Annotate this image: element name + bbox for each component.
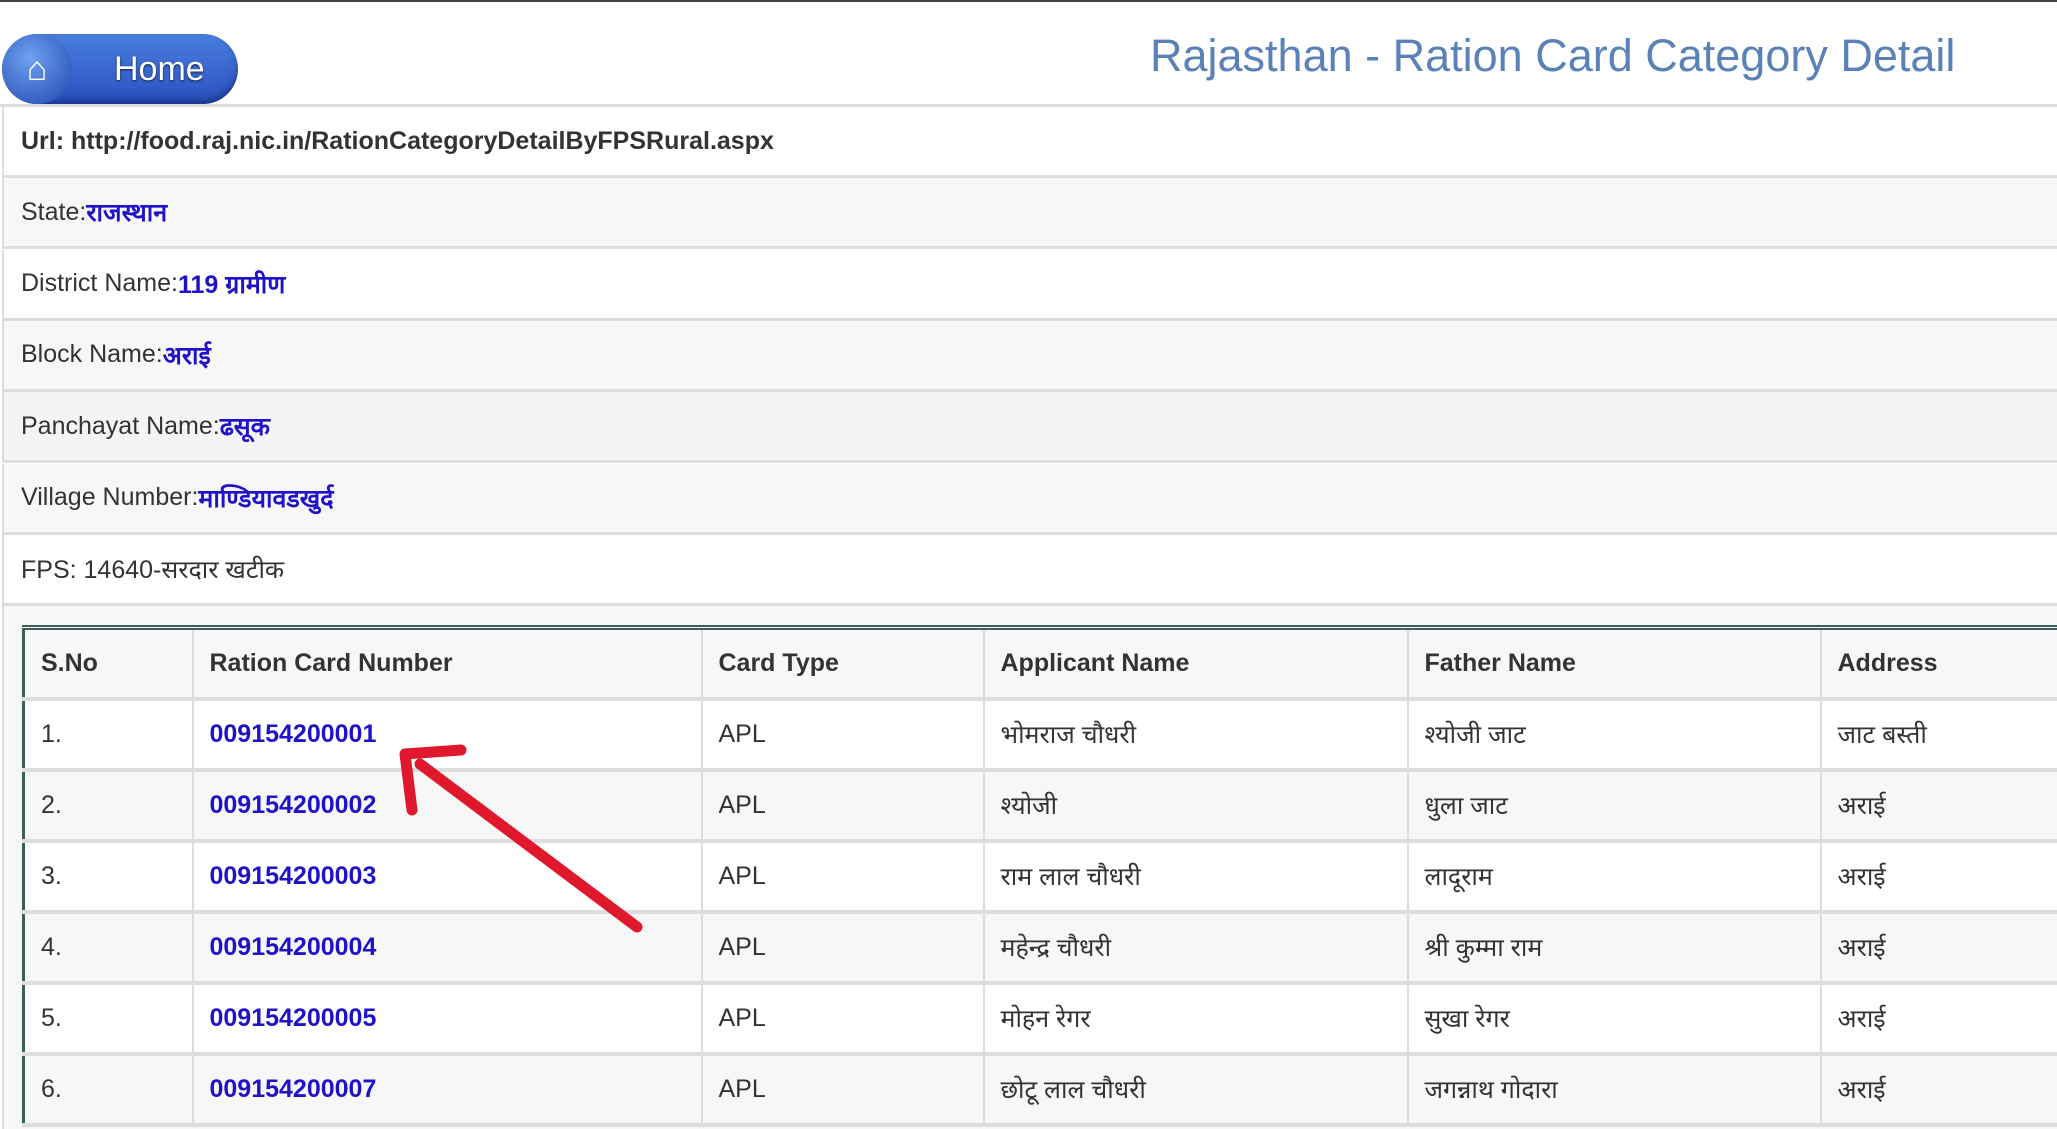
table-row: 4. 009154200004 APLमहेन्द्र चौधरीश्री कुम्… bbox=[24, 912, 2057, 983]
info-row-block: Block Name: अराई bbox=[2, 321, 2057, 392]
cell-father-name: धुला जाट bbox=[1408, 770, 1821, 841]
cell-applicant-name: महेन्द्र चौधरी bbox=[984, 912, 1408, 983]
cell-ration-card-number: 009154200003 bbox=[193, 841, 702, 912]
cell-card-type: APL bbox=[702, 983, 984, 1054]
ration-card-link[interactable]: 009154200003 bbox=[210, 862, 377, 890]
cell-sno: 6. bbox=[24, 1054, 193, 1125]
info-label: FPS: 14640-सरदार खटीक bbox=[21, 552, 284, 586]
home-icon: ⌂ bbox=[2, 34, 72, 104]
cell-ration-card-number: 009154200001 bbox=[193, 699, 702, 770]
cell-applicant-name: छोटू लाल चौधरी bbox=[984, 1054, 1408, 1125]
column-header: Father Name bbox=[1408, 628, 1821, 699]
table-row: 3. 009154200003 APLराम लाल चौधरीलादूरामअरा… bbox=[24, 841, 2057, 912]
cell-card-type: APL bbox=[702, 1054, 984, 1125]
table-row: 6. 009154200007 APLछोटू लाल चौधरीजगन्नाथ ग… bbox=[24, 1054, 2057, 1125]
ration-card-link[interactable]: 009154200004 bbox=[210, 933, 377, 961]
info-row-state: State: राजस्थान bbox=[2, 178, 2057, 249]
cell-card-type: APL bbox=[702, 699, 984, 770]
info-value: माण्डियावडखुर्द bbox=[198, 481, 333, 515]
info-label: Village Number: bbox=[21, 483, 198, 512]
cell-address: अराई bbox=[1821, 1054, 2057, 1125]
cell-sno: 4. bbox=[24, 912, 193, 983]
info-row-village: Village Number: माण्डियावडखुर्द bbox=[2, 464, 2057, 535]
cell-father-name: श्री कुम्मा राम bbox=[1408, 912, 1821, 983]
ration-card-table: S.NoRation Card NumberCard TypeApplicant… bbox=[22, 625, 2057, 1127]
info-row-district: District Name: 119 ग्रामीण bbox=[2, 250, 2057, 321]
cell-applicant-name: राम लाल चौधरी bbox=[984, 841, 1408, 912]
cell-ration-card-number: 009154200007 bbox=[193, 1054, 702, 1125]
info-label: State: bbox=[21, 198, 86, 227]
cell-father-name: श्योजी जाट bbox=[1408, 699, 1821, 770]
info-row-panchayat: Panchayat Name: ढसूक bbox=[2, 392, 2057, 463]
cell-applicant-name: मोहन रेगर bbox=[984, 983, 1408, 1054]
info-label: Block Name: bbox=[21, 340, 163, 369]
table-row: 2. 009154200002 APLश्योजीधुला जाटअराई bbox=[24, 770, 2057, 841]
page-title: Rajasthan - Ration Card Category Detail bbox=[1150, 30, 1955, 82]
info-value: अराई bbox=[163, 338, 211, 372]
info-value: राजस्थान bbox=[86, 195, 167, 229]
column-header: Card Type bbox=[702, 628, 984, 699]
info-label: District Name: bbox=[21, 269, 178, 298]
info-row-fps: FPS: 14640-सरदार खटीक bbox=[2, 535, 2057, 606]
table-row: 5. 009154200005 APLमोहन रेगरसुखा रेगरअराई bbox=[24, 983, 2057, 1054]
cell-ration-card-number: 009154200005 bbox=[193, 983, 702, 1054]
info-row-url: Url: http://food.raj.nic.in/RationCatego… bbox=[2, 107, 2057, 178]
column-header: Address bbox=[1821, 628, 2057, 699]
cell-ration-card-number: 009154200004 bbox=[193, 912, 702, 983]
info-value: 119 ग्रामीण bbox=[178, 267, 285, 301]
cell-sno: 3. bbox=[24, 841, 193, 912]
ration-card-link[interactable]: 009154200005 bbox=[210, 1004, 377, 1032]
cell-card-type: APL bbox=[702, 912, 984, 983]
cell-address: अराई bbox=[1821, 841, 2057, 912]
column-header: Applicant Name bbox=[984, 628, 1408, 699]
cell-address: अराई bbox=[1821, 770, 2057, 841]
cell-address: अराई bbox=[1821, 912, 2057, 983]
cell-father-name: जगन्नाथ गोदारा bbox=[1408, 1054, 1821, 1125]
home-button[interactable]: ⌂ Home bbox=[2, 34, 238, 104]
column-header: Ration Card Number bbox=[193, 628, 702, 699]
page-header: ⌂ Home Rajasthan - Ration Card Category … bbox=[0, 2, 2057, 107]
info-label: Panchayat Name: bbox=[21, 412, 220, 441]
ration-card-table-container: S.NoRation Card NumberCard TypeApplicant… bbox=[2, 606, 2057, 1129]
ration-card-link[interactable]: 009154200001 bbox=[210, 720, 377, 748]
cell-sno: 2. bbox=[24, 770, 193, 841]
home-label: Home bbox=[114, 50, 205, 89]
cell-father-name: लादूराम bbox=[1408, 841, 1821, 912]
info-label: Url: http://food.raj.nic.in/RationCatego… bbox=[21, 127, 774, 156]
table-header-row: S.NoRation Card NumberCard TypeApplicant… bbox=[24, 628, 2057, 699]
ration-card-link[interactable]: 009154200007 bbox=[210, 1075, 377, 1103]
cell-card-type: APL bbox=[702, 841, 984, 912]
cell-sno: 5. bbox=[24, 983, 193, 1054]
column-header: S.No bbox=[24, 628, 193, 699]
cell-address: जाट बस्ती bbox=[1821, 699, 2057, 770]
cell-ration-card-number: 009154200002 bbox=[193, 770, 702, 841]
cell-applicant-name: भोमराज चौधरी bbox=[984, 699, 1408, 770]
table-row: 1. 009154200001 APLभोमराज चौधरीश्योजी जाटज… bbox=[24, 699, 2057, 770]
info-value: ढसूक bbox=[220, 409, 270, 443]
cell-applicant-name: श्योजी bbox=[984, 770, 1408, 841]
cell-address: अराई bbox=[1821, 983, 2057, 1054]
cell-sno: 1. bbox=[24, 699, 193, 770]
cell-father-name: सुखा रेगर bbox=[1408, 983, 1821, 1054]
cell-card-type: APL bbox=[702, 770, 984, 841]
ration-card-link[interactable]: 009154200002 bbox=[210, 791, 377, 819]
